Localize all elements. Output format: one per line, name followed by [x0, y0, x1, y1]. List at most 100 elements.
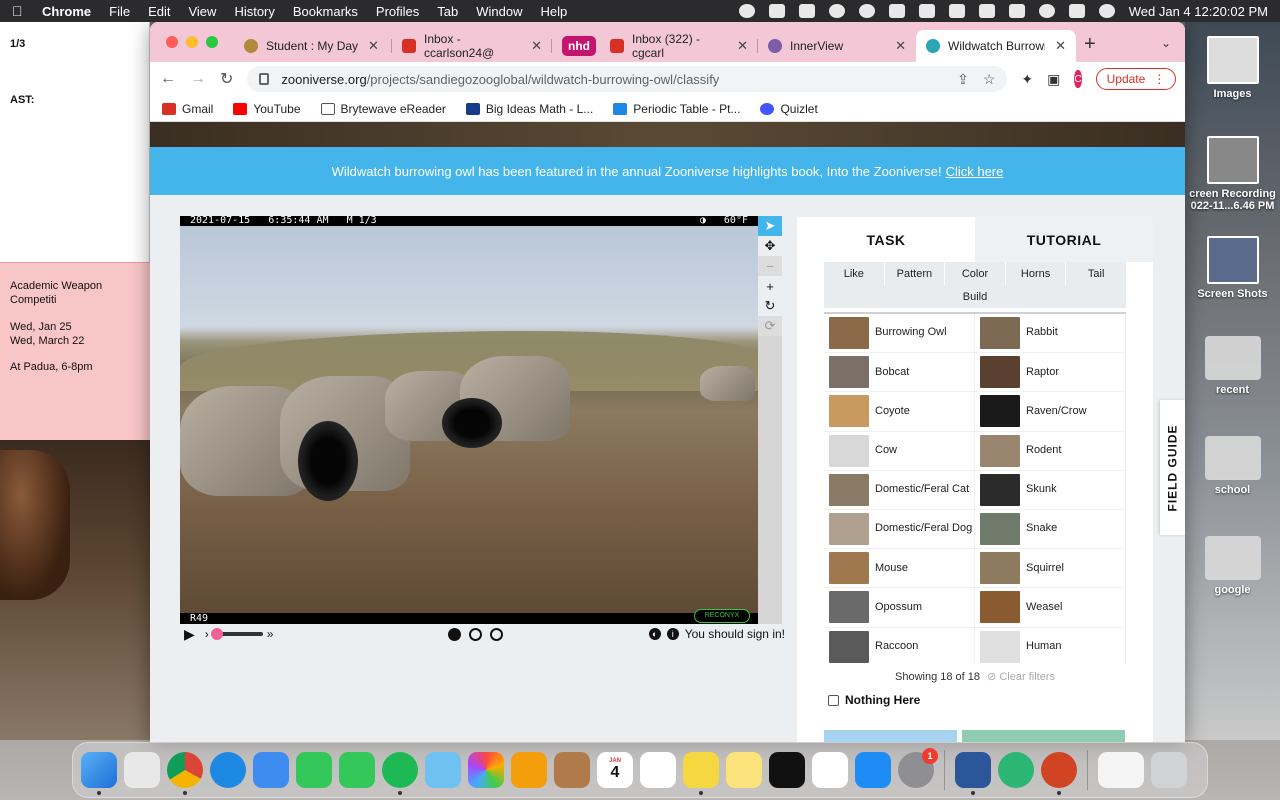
new-tab-button[interactable]: +	[1084, 33, 1096, 60]
species-choice[interactable]: Skunk	[975, 470, 1126, 510]
launchpad-icon[interactable]	[124, 752, 160, 788]
zoom-window-button[interactable]	[206, 36, 218, 48]
back-arrow-icon[interactable]: ←	[160, 70, 176, 88]
tab-group-label[interactable]: nhd	[562, 36, 596, 56]
drive-icon[interactable]	[798, 4, 815, 18]
species-choice[interactable]: Squirrel	[975, 549, 1126, 589]
bookmark-gmail[interactable]: Gmail	[162, 102, 213, 116]
menu-app-name[interactable]: Chrome	[42, 4, 91, 19]
creative-cloud-icon[interactable]	[738, 4, 755, 18]
profile-avatar[interactable]: C	[1074, 70, 1082, 88]
menu-tab[interactable]: Tab	[437, 4, 458, 19]
close-window-button[interactable]	[166, 36, 178, 48]
menu-help[interactable]: Help	[541, 4, 568, 19]
keyboard-icon[interactable]	[888, 4, 905, 18]
species-choice[interactable]: Weasel	[975, 588, 1126, 628]
close-icon[interactable]: ✕	[531, 38, 542, 54]
menu-edit[interactable]: Edit	[148, 4, 170, 19]
info-icon[interactable]: i	[666, 628, 679, 640]
tab-wildwatch[interactable]: Wildwatch Burrowin ✕	[916, 30, 1076, 62]
menu-bookmarks[interactable]: Bookmarks	[293, 4, 358, 19]
close-icon[interactable]: ✕	[1055, 38, 1066, 54]
screen-mirroring-icon[interactable]	[978, 4, 995, 18]
species-choice[interactable]: Rabbit	[975, 314, 1126, 354]
action-button-blue[interactable]	[824, 730, 957, 742]
system-preferences-icon[interactable]: 1	[898, 748, 938, 788]
move-tool-icon[interactable]: ✥	[758, 236, 782, 256]
bookmark-big-ideas-math[interactable]: Big Ideas Math - L...	[465, 102, 593, 116]
close-icon[interactable]: ✕	[737, 38, 748, 54]
species-choice[interactable]: Rodent	[975, 431, 1126, 471]
recent-window-thumbnail[interactable]	[1098, 752, 1144, 788]
action-button-green[interactable]	[962, 730, 1125, 742]
sticky-note-white[interactable]: 1/3 AST:	[0, 22, 150, 262]
reminders-icon[interactable]	[640, 752, 676, 788]
menu-history[interactable]: History	[234, 4, 274, 19]
desktop-folder-google[interactable]: google	[1185, 536, 1280, 596]
play-icon[interactable]: ▶	[184, 626, 195, 643]
extensions-puzzle-icon[interactable]: ✦	[1021, 71, 1033, 88]
spotify-icon[interactable]	[382, 752, 418, 795]
filter-tail[interactable]: Tail	[1066, 262, 1126, 285]
control-center-icon[interactable]	[1068, 4, 1085, 18]
pointer-tool-icon[interactable]: ➤	[758, 216, 782, 236]
find-my-icon[interactable]	[998, 752, 1034, 788]
field-guide-button[interactable]: FIELD GUIDE	[1160, 400, 1185, 535]
tab-student-my-day[interactable]: Student : My Day ✕	[234, 30, 392, 62]
species-choice[interactable]: Human	[975, 627, 1126, 664]
menu-clock[interactable]: Wed Jan 4 12:20:02 PM	[1129, 4, 1268, 19]
bookmark-quizlet[interactable]: Quizlet	[760, 102, 818, 116]
bookmark-brytewave[interactable]: Brytewave eReader	[320, 102, 446, 116]
menu-file[interactable]: File	[109, 4, 130, 19]
species-choice[interactable]: Bobcat	[824, 353, 975, 393]
species-choice[interactable]: Domestic/Feral Dog	[824, 509, 975, 550]
tab-inbox-ccarlson[interactable]: Inbox - ccarlson24@ ✕	[392, 30, 552, 62]
play-icon[interactable]	[828, 4, 845, 18]
filter-color[interactable]: Color	[945, 262, 1006, 285]
app-store-icon[interactable]	[855, 752, 891, 788]
stickies-icon[interactable]	[683, 752, 719, 795]
tab-innerview[interactable]: InnerView ✕	[758, 30, 916, 62]
subject-viewer[interactable]: 2021-07-15 6:35:44 AM M 1/3 ◑ 60°F R49 R…	[180, 216, 758, 624]
desktop-icon-screen-recording[interactable]: creen Recording 022-11...6.46 PM	[1185, 136, 1280, 212]
photos-icon[interactable]	[468, 752, 504, 788]
tab-inbox-cgcarl[interactable]: Inbox (322) - cgcarl ✕	[600, 30, 758, 62]
lock-icon[interactable]	[259, 73, 270, 85]
menu-profiles[interactable]: Profiles	[376, 4, 419, 19]
spotlight-icon[interactable]	[1038, 4, 1055, 18]
species-choice[interactable]: Domestic/Feral Cat	[824, 470, 975, 510]
siri-icon[interactable]	[1098, 4, 1115, 18]
scrivener-icon[interactable]	[768, 4, 785, 18]
close-icon[interactable]: ✕	[368, 38, 379, 54]
clear-filters-button[interactable]: ⊘ Clear filters	[987, 671, 1055, 683]
zoom-in-icon[interactable]: +	[758, 276, 782, 296]
menu-view[interactable]: View	[188, 4, 216, 19]
minimize-window-button[interactable]	[186, 36, 198, 48]
desktop-icon-images[interactable]: Images	[1185, 36, 1280, 100]
word-icon[interactable]	[955, 752, 991, 795]
safari-icon[interactable]	[210, 752, 246, 788]
tab-task[interactable]: TASK	[797, 217, 975, 262]
menu-window[interactable]: Window	[476, 4, 522, 19]
books-icon[interactable]	[511, 752, 547, 788]
mail-icon[interactable]	[253, 752, 289, 788]
wifi-icon[interactable]	[1008, 4, 1025, 18]
close-icon[interactable]: ✕	[895, 38, 906, 54]
species-choice[interactable]: Snake	[975, 509, 1126, 550]
calendar-icon[interactable]: JAN 4	[597, 752, 633, 788]
contacts-icon[interactable]	[554, 752, 590, 788]
species-choice[interactable]: Burrowing Owl	[824, 314, 975, 354]
zoom-out-icon[interactable]: −	[758, 256, 782, 276]
tab-tutorial[interactable]: TUTORIAL	[975, 217, 1153, 262]
bookmark-periodic-table[interactable]: Periodic Table - Pt...	[613, 102, 740, 116]
frame-dot-3[interactable]	[490, 627, 503, 641]
species-choice[interactable]: Cow	[824, 431, 975, 471]
desktop-folder-recent[interactable]: recent	[1185, 336, 1280, 396]
maps-icon[interactable]	[425, 752, 461, 788]
bluetooth-icon[interactable]	[918, 4, 935, 18]
filter-pattern[interactable]: Pattern	[885, 262, 946, 285]
chevron-down-icon[interactable]: ⌄	[1161, 36, 1171, 50]
desktop-icon-screen-shots[interactable]: Screen Shots	[1185, 236, 1280, 300]
forward-arrow-icon[interactable]: →	[190, 70, 206, 88]
species-choice[interactable]: Raccoon	[824, 627, 975, 664]
